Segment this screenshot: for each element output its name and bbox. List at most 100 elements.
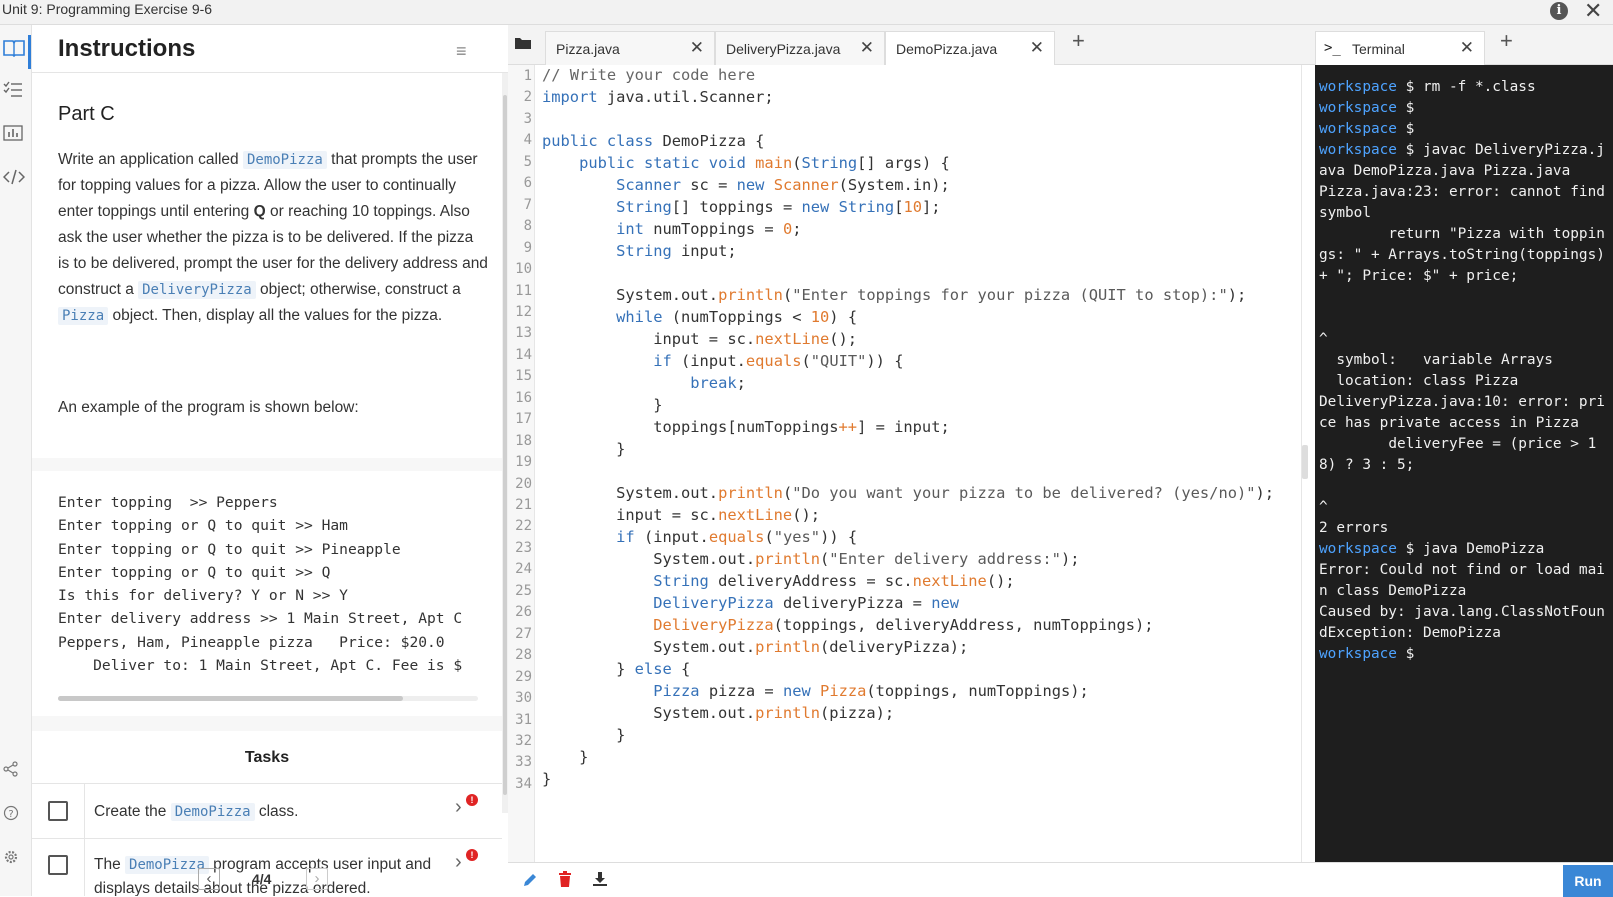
tab-terminal[interactable]: >_ Terminal ✕: [1315, 31, 1485, 66]
line-number: 2: [523, 89, 532, 106]
next-page-button[interactable]: ›: [306, 868, 328, 890]
tab-deliverypizza-java[interactable]: DeliveryPizza.java ✕: [715, 31, 885, 65]
instructions-title: Instructions: [58, 35, 196, 62]
desc-text: Write an application called: [58, 151, 243, 168]
example-intro: An example of the program is shown below…: [58, 399, 359, 416]
code-line: if (input.equals("QUIT")) {: [653, 352, 904, 370]
code-line: }: [542, 748, 589, 766]
left-rail: ?: [0, 25, 32, 896]
task-text-part: class.: [254, 803, 299, 820]
code-line: break;: [690, 374, 746, 392]
code-line: Scanner sc = new Scanner(System.in);: [616, 176, 950, 194]
code-icon[interactable]: [0, 162, 30, 192]
tab-label: DemoPizza.java: [896, 41, 998, 57]
code-editor[interactable]: 1 2 3 4 5 6 7 8 9 10 11 12 13 14 15 16 17 18 19 20 21 22 23 24 2…: [508, 65, 1301, 862]
line-number: 26: [515, 604, 532, 621]
line-number: 3: [523, 110, 532, 127]
download-icon[interactable]: [592, 871, 608, 892]
code-line: DeliveryPizza deliveryPizza = new: [653, 594, 960, 612]
line-number: 31: [515, 711, 532, 728]
share-icon[interactable]: [0, 755, 30, 785]
terminal-output[interactable]: workspace $ rm -f *.class workspace $ wo…: [1315, 65, 1613, 862]
part-title: Part C: [58, 103, 115, 125]
editor-toolbar: [508, 862, 1315, 896]
close-tab-icon[interactable]: ✕: [690, 38, 704, 58]
window-title: Unit 9: Programming Exercise 9-6: [2, 1, 213, 17]
terminal-prompt-icon: >_: [1324, 40, 1341, 56]
pane-splitter-handle[interactable]: [1302, 445, 1308, 479]
sample-horizontal-scrollbar[interactable]: [58, 696, 478, 701]
add-terminal-icon[interactable]: +: [1500, 28, 1513, 54]
tab-pizza-java[interactable]: Pizza.java ✕: [545, 31, 715, 65]
close-tab-icon[interactable]: ✕: [860, 38, 874, 58]
tab-demopizza-java[interactable]: DemoPizza.java ✕: [885, 31, 1055, 66]
instructions-panel: Instructions ≡ Part C Write an applicati…: [32, 25, 508, 896]
scrollbar-thumb[interactable]: [503, 95, 507, 795]
terminal-text: workspace $ rm -f *.class workspace $ wo…: [1319, 79, 1605, 662]
exercise-description: Write an application called DemoPizza th…: [58, 147, 488, 329]
task-checkbox[interactable]: [48, 801, 68, 821]
line-number: 30: [515, 690, 532, 707]
code-line: }: [542, 770, 552, 788]
line-number: 13: [515, 325, 532, 342]
desc-text: object; otherwise, construct a: [255, 281, 461, 298]
trash-icon[interactable]: [558, 871, 572, 892]
instructions-body: Part C Write an application called DemoP…: [32, 73, 502, 896]
line-number: 10: [515, 261, 532, 278]
scrollbar-thumb[interactable]: [58, 696, 403, 701]
line-number: 11: [515, 282, 532, 299]
tab-label: DeliveryPizza.java: [726, 41, 841, 57]
add-tab-icon[interactable]: +: [1072, 28, 1085, 54]
sample-output-box: Enter topping >> Peppers Enter topping o…: [32, 471, 502, 716]
editor-tab-bar: Pizza.java ✕ DeliveryPizza.java ✕ DemoPi…: [508, 25, 1315, 66]
close-tab-icon[interactable]: ✕: [1460, 38, 1474, 58]
line-number: 32: [515, 732, 532, 749]
alert-badge-icon: !: [466, 849, 478, 861]
code-line: int numToppings = 0;: [616, 220, 802, 238]
line-number: 5: [523, 153, 532, 170]
line-number: 7: [523, 196, 532, 213]
line-number: 22: [515, 518, 532, 535]
folder-icon[interactable]: [514, 36, 532, 55]
code-line: // Write your code here: [542, 66, 756, 84]
svg-text:?: ?: [8, 809, 13, 820]
code-line: toppings[numToppings++] = input;: [542, 418, 950, 436]
line-number: 15: [515, 368, 532, 385]
hamburger-menu-icon[interactable]: ≡: [456, 41, 467, 62]
line-number: 21: [515, 497, 532, 513]
task-item[interactable]: Create the DemoPizza class. › !: [32, 783, 502, 839]
line-number: 23: [515, 539, 532, 556]
code-line: import java.util.Scanner;: [542, 88, 774, 106]
desc-quit-key: Q: [253, 203, 266, 220]
run-button[interactable]: Run: [1563, 865, 1613, 897]
checklist-icon[interactable]: [0, 75, 30, 105]
book-icon[interactable]: [0, 33, 30, 63]
window-title-bar: Unit 9: Programming Exercise 9-6 i ✕: [0, 0, 1613, 25]
code-line: System.out.println("Enter delivery addre…: [542, 550, 1080, 568]
terminal-tab-bar: >_ Terminal ✕ +: [1315, 25, 1613, 66]
description-card: Part C Write an application called DemoP…: [32, 73, 502, 458]
line-number: 1: [523, 68, 532, 84]
chart-icon[interactable]: [0, 118, 30, 148]
line-number: 20: [515, 475, 532, 492]
line-number: 4: [523, 132, 532, 149]
code-line: public class DemoPizza {: [542, 132, 765, 150]
line-number: 14: [515, 346, 532, 363]
help-icon[interactable]: ?: [0, 799, 30, 829]
line-number: 29: [515, 668, 532, 685]
settings-gear-icon[interactable]: [0, 843, 30, 873]
code-line: System.out.println("Enter toppings for y…: [542, 286, 1247, 304]
tasks-title: Tasks: [244, 749, 290, 766]
inline-code-deliverypizza: DeliveryPizza: [138, 281, 256, 299]
line-number: 18: [515, 432, 532, 449]
line-number: 24: [515, 561, 532, 578]
chevron-right-icon[interactable]: ›: [455, 796, 462, 819]
info-icon[interactable]: i: [1550, 2, 1568, 20]
prev-page-button[interactable]: ‹: [198, 868, 220, 890]
close-window-icon[interactable]: ✕: [1584, 0, 1602, 24]
code-line: }: [542, 726, 626, 744]
pencil-icon[interactable]: [522, 872, 538, 893]
close-tab-icon[interactable]: ✕: [1030, 38, 1044, 58]
line-number: 19: [515, 454, 532, 471]
code-line: input = sc.nextLine();: [542, 506, 821, 524]
